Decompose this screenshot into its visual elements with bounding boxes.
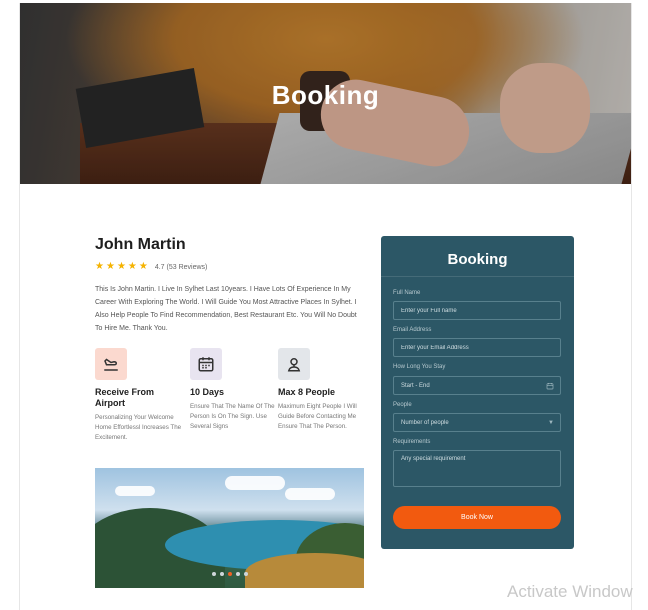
form-title: Booking	[447, 251, 508, 268]
feature-people: Max 8 People Maximum Eight People I Will…	[278, 348, 368, 432]
feature-description: Maximum Eight People I Will Guide Before…	[278, 403, 357, 430]
divider	[381, 276, 574, 277]
requirements-label: Requirements	[393, 439, 431, 445]
cloud	[285, 488, 335, 500]
people-select-value: Number of people	[401, 419, 449, 426]
stay-label: How Long You Stay	[393, 364, 446, 370]
full-name-label: Full Name	[393, 290, 421, 296]
guide-name: John Martin	[95, 236, 186, 253]
gallery-slider[interactable]	[95, 468, 364, 588]
people-select[interactable]: Number of people ▼	[393, 413, 561, 432]
star-icon: ★	[138, 261, 148, 272]
star-icon: ★	[127, 261, 137, 272]
email-input[interactable]	[393, 338, 561, 357]
activate-windows-watermark: Activate Window	[507, 582, 633, 601]
cloud	[115, 486, 155, 496]
date-range-placeholder: Start - End	[401, 382, 430, 389]
slider-dots	[95, 572, 364, 576]
feature-title: 10 Days	[190, 387, 225, 397]
slider-dot[interactable]	[219, 572, 224, 576]
star-icon: ★	[116, 261, 126, 272]
slider-dot[interactable]	[211, 572, 216, 576]
slider-dot[interactable]	[243, 572, 248, 576]
hero-banner: Booking	[20, 3, 631, 184]
calendar-icon	[190, 348, 222, 380]
feature-description: Personalizing Your Welcome Home Effortle…	[95, 414, 182, 441]
rating-text: 4.7 (53 Reviews)	[154, 263, 208, 271]
cloud	[225, 476, 285, 490]
date-range-input[interactable]: Start - End	[393, 376, 561, 395]
plane-landing-icon	[95, 348, 127, 380]
feature-title: Receive From Airport	[95, 387, 155, 408]
rating: ★ ★ ★ ★ ★ 4.7 (53 Reviews)	[95, 262, 207, 272]
chevron-down-icon: ▼	[548, 419, 554, 426]
booking-form: Booking Full Name Email Address How Long…	[381, 236, 574, 549]
requirements-textarea[interactable]	[393, 450, 561, 487]
page-title: Booking	[271, 80, 380, 110]
star-icon: ★	[95, 261, 104, 272]
feature-description: Ensure That The Name Of The Person Is On…	[190, 403, 275, 430]
page: Booking John Martin ★ ★ ★ ★ ★ 4.7 (53 Re…	[0, 0, 648, 610]
calendar-icon	[546, 382, 554, 389]
slider-dot[interactable]	[235, 572, 240, 576]
full-name-input[interactable]	[393, 301, 561, 320]
email-label: Email Address	[393, 327, 432, 333]
book-now-button[interactable]: Book Now	[393, 506, 561, 529]
feature-airport: Receive From Airport Personalizing Your …	[95, 348, 185, 443]
feature-days: 10 Days Ensure That The Name Of The Pers…	[190, 348, 280, 432]
slider-dot-active[interactable]	[227, 572, 232, 576]
guide-bio: This Is John Martin. I Live In Sylhet La…	[95, 286, 357, 332]
people-label: People	[393, 402, 412, 408]
person-icon	[278, 348, 310, 380]
star-icon: ★	[105, 261, 115, 272]
feature-title: Max 8 People	[278, 387, 336, 397]
